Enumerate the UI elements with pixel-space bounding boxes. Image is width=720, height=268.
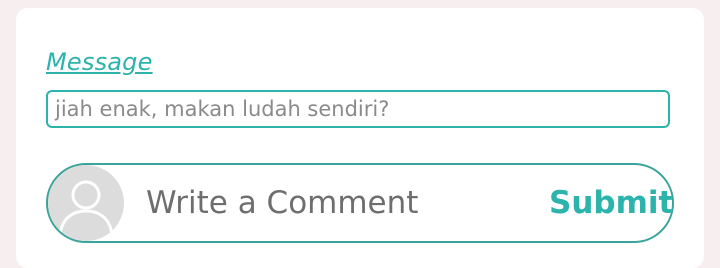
comment-input[interactable]: [124, 172, 539, 234]
user-icon: [58, 180, 114, 236]
comment-form: Submit: [46, 163, 674, 243]
message-link[interactable]: Message: [46, 48, 153, 76]
avatar: [48, 165, 124, 241]
comment-card: Message jiah enak, makan ludah sendiri? …: [16, 8, 704, 268]
submit-button[interactable]: Submit: [539, 185, 672, 221]
message-text: jiah enak, makan ludah sendiri?: [46, 90, 670, 128]
